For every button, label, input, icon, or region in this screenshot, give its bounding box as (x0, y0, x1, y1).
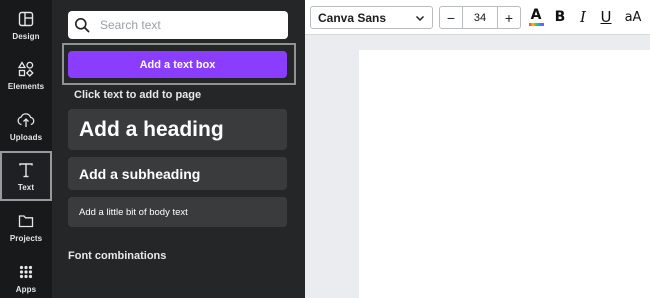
text-toolbar: Canva Sans − 34 + A B I U aA (305, 0, 650, 35)
add-text-box-button[interactable]: Add a text box (68, 51, 287, 78)
underline-button[interactable]: U (599, 7, 613, 27)
rail-label: Design (12, 31, 40, 41)
font-combinations-heading: Font combinations (68, 250, 167, 262)
left-rail: Design Elements Uploads Text Projects Ap… (0, 0, 52, 298)
folder-icon (17, 212, 35, 230)
text-color-button[interactable]: A (527, 7, 545, 27)
bold-button[interactable]: B (553, 7, 567, 27)
rail-item-elements[interactable]: Elements (0, 50, 52, 100)
font-family-value: Canva Sans (318, 10, 387, 25)
search-icon (74, 17, 90, 33)
elements-icon (17, 60, 35, 78)
rail-label: Text (17, 182, 35, 192)
font-size-stepper: − 34 + (439, 6, 521, 29)
apps-icon (17, 263, 35, 281)
letter-case-button[interactable]: aA (623, 7, 643, 27)
rail-item-projects[interactable]: Projects (0, 202, 52, 252)
search-box[interactable] (68, 11, 288, 39)
text-color-icon: A (530, 6, 542, 23)
add-heading-card[interactable]: Add a heading (68, 109, 287, 150)
rail-item-uploads[interactable]: Uploads (0, 101, 52, 151)
rail-label: Uploads (9, 132, 43, 142)
search-input[interactable] (100, 18, 280, 32)
click-text-hint: Click text to add to page (74, 89, 202, 101)
text-icon (17, 161, 35, 179)
color-bar (528, 22, 544, 26)
chevron-down-icon (414, 12, 426, 24)
font-family-dropdown[interactable]: Canva Sans (310, 6, 433, 29)
add-subheading-card[interactable]: Add a subheading (68, 157, 287, 190)
rail-label: Projects (9, 233, 43, 243)
italic-button[interactable]: I (576, 7, 590, 27)
design-icon (17, 10, 35, 28)
rail-item-apps[interactable]: Apps (0, 253, 52, 298)
increase-font-size-button[interactable]: + (498, 7, 520, 28)
decrease-font-size-button[interactable]: − (440, 7, 462, 28)
rail-label: Elements (7, 81, 45, 91)
design-canvas-page[interactable] (359, 50, 650, 298)
add-body-text-card[interactable]: Add a little bit of body text (68, 197, 287, 227)
rail-item-text[interactable]: Text (0, 151, 52, 201)
rail-item-design[interactable]: Design (0, 0, 52, 50)
text-panel: Add a text box Click text to add to page… (52, 0, 305, 298)
rail-label: Apps (15, 284, 37, 294)
upload-icon (17, 111, 35, 129)
font-size-input[interactable]: 34 (462, 7, 498, 28)
